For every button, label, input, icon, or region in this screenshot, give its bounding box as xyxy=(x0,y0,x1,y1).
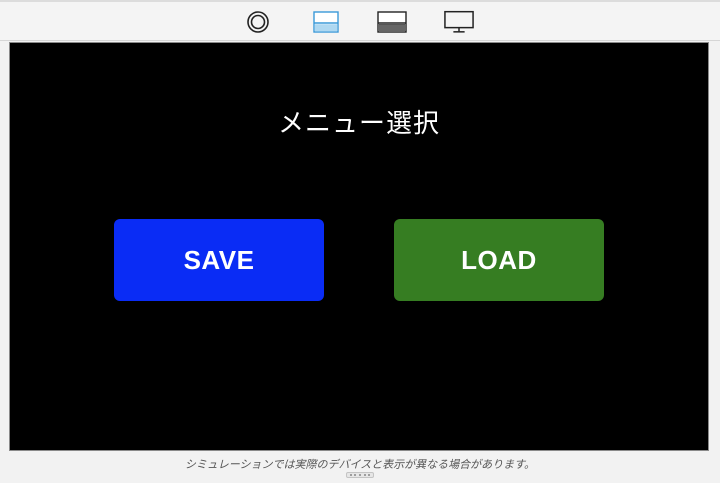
toolbar xyxy=(0,2,720,41)
grip-dot xyxy=(358,474,361,476)
load-button[interactable]: LOAD xyxy=(394,219,604,301)
split-bottom-button[interactable] xyxy=(377,8,407,36)
split-bottom-icon xyxy=(377,11,407,33)
menu-title: メニュー選択 xyxy=(277,109,440,139)
split-top-icon xyxy=(313,11,339,33)
grip-dot xyxy=(354,474,357,476)
concentric-circle-button[interactable] xyxy=(243,8,273,36)
concentric-circle-icon xyxy=(247,11,269,33)
device-screen: メニュー選択 SAVE LOAD xyxy=(9,42,709,451)
simulation-disclaimer: シミュレーションでは実際のデバイスと表示が異なる場合があります。 xyxy=(184,458,536,471)
grip-dot xyxy=(368,474,371,476)
save-button[interactable]: SAVE xyxy=(114,219,324,301)
monitor-button[interactable] xyxy=(444,8,474,36)
monitor-icon xyxy=(444,10,474,33)
grip-dot xyxy=(349,474,352,476)
split-top-button[interactable] xyxy=(311,8,341,36)
resize-handle[interactable] xyxy=(346,472,374,478)
grip-dot xyxy=(363,474,366,476)
simulator-window: メニュー選択 SAVE LOAD シミュレーションでは実際のデバイスと表示が異な… xyxy=(0,0,720,483)
